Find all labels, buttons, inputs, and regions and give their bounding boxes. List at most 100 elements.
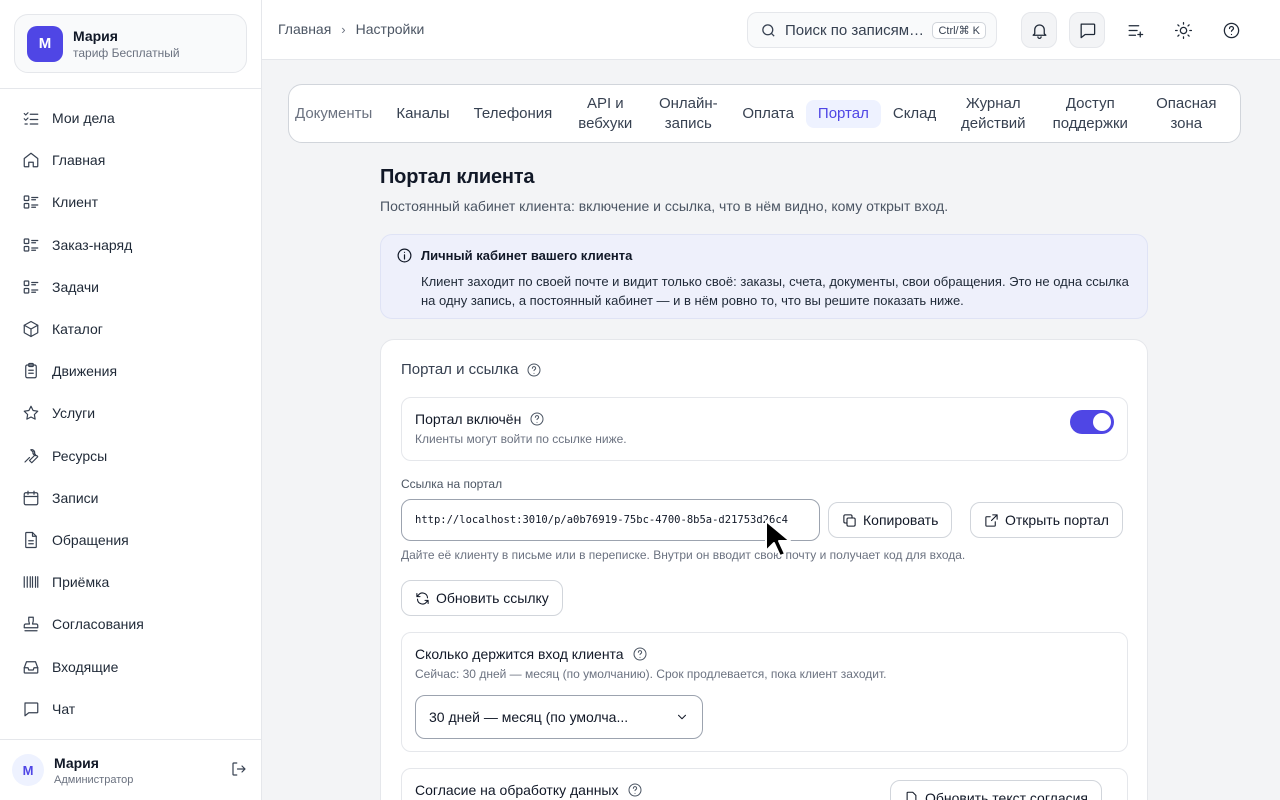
- list-icon: [23, 238, 39, 252]
- queue-button[interactable]: [1117, 12, 1153, 48]
- tab-payment[interactable]: Оплата: [730, 100, 806, 128]
- sidebar-item-resources[interactable]: Ресурсы: [14, 435, 247, 477]
- external-link-icon: [985, 513, 998, 527]
- info-banner: Личный кабинет вашего клиента Клиент зах…: [380, 234, 1148, 319]
- help-icon[interactable]: [526, 362, 542, 378]
- sidebar-nav: Мои дела Главная Клиент Заказ-наряд Зада…: [14, 97, 247, 730]
- open-portal-label: Открыть портал: [1005, 512, 1109, 528]
- info-body: Клиент заходит по своей почте и видит то…: [421, 274, 1129, 308]
- breadcrumb: Главная › Настройки: [278, 21, 424, 37]
- list-icon: [23, 280, 39, 294]
- portal-enabled-desc: Клиенты могут войти по ссылке ниже.: [415, 432, 627, 446]
- sidebar-item-catalog[interactable]: Каталог: [14, 308, 247, 350]
- tab-danger-zone[interactable]: Опасная зона: [1142, 90, 1230, 138]
- sidebar-item-label: Ресурсы: [52, 447, 108, 464]
- sidebar-item-label: Обращения: [52, 531, 129, 548]
- tab-warehouse[interactable]: Склад: [881, 100, 948, 128]
- breadcrumb-home[interactable]: Главная: [278, 21, 331, 37]
- portal-card: Портал и ссылка Портал включён Клиенты м…: [380, 339, 1148, 800]
- theme-toggle-button[interactable]: [1165, 12, 1201, 48]
- refresh-icon: [416, 591, 429, 605]
- search-shortcut: Ctrl/⌘ K: [932, 21, 986, 39]
- consent-title-text: Согласие на обработку данных: [415, 782, 619, 798]
- help-icon[interactable]: [529, 411, 545, 427]
- sidebar-item-label: Услуги: [52, 405, 96, 422]
- portal-link-field[interactable]: [401, 499, 820, 541]
- session-duration-select[interactable]: 30 дней — месяц (по умолча...: [415, 695, 703, 739]
- inbox-icon: [23, 660, 39, 674]
- topbar: Главная › Настройки Поиск по записям… Ct…: [262, 0, 1280, 60]
- sidebar-item-client[interactable]: Клиент: [14, 181, 247, 223]
- update-consent-button[interactable]: Обновить текст согласия: [890, 780, 1103, 800]
- sidebar-item-chat[interactable]: Чат: [14, 688, 247, 730]
- sidebar-item-my-tasks[interactable]: Мои дела: [14, 97, 247, 139]
- user-name: Мария: [54, 754, 99, 771]
- sidebar-item-label: Мои дела: [52, 110, 115, 127]
- sidebar-item-tasks[interactable]: Задачи: [14, 266, 247, 308]
- sun-icon: [1174, 21, 1192, 39]
- refresh-link-label: Обновить ссылку: [436, 590, 549, 606]
- search-icon: [762, 23, 775, 37]
- sidebar-item-label: Главная: [52, 152, 106, 169]
- chat-icon: [1080, 23, 1095, 38]
- refresh-link-button[interactable]: Обновить ссылку: [401, 580, 563, 616]
- account-avatar: М: [27, 25, 63, 62]
- sidebar-item-label: Приёмка: [52, 574, 110, 591]
- home-icon: [23, 152, 39, 168]
- logout-button[interactable]: [230, 760, 250, 780]
- card-heading: Портал и ссылка: [401, 361, 542, 378]
- tab-online-booking[interactable]: Онлайн-запись: [646, 90, 730, 138]
- tab-telephony[interactable]: Телефония: [462, 100, 565, 128]
- sidebar-item-services[interactable]: Услуги: [14, 392, 247, 434]
- page-title: Портал клиента: [380, 166, 535, 188]
- search-placeholder: Поиск по записям…: [785, 21, 925, 39]
- settings-tabs: Документы Каналы Телефония API и вебхуки…: [288, 84, 1241, 143]
- portal-link-hint: Дайте её клиенту в письме или в переписк…: [401, 548, 966, 562]
- sidebar-item-requests[interactable]: Обращения: [14, 519, 247, 561]
- sidebar-item-intake[interactable]: Приёмка: [14, 561, 247, 603]
- sidebar-item-approvals[interactable]: Согласования: [14, 603, 247, 645]
- portal-settings: Портал клиента Постоянный кабинет клиент…: [380, 166, 1148, 800]
- portal-enabled-toggle[interactable]: [1070, 410, 1114, 434]
- user-panel: М Мария Администратор: [0, 739, 262, 800]
- sidebar-item-movements[interactable]: Движения: [14, 350, 247, 392]
- help-icon[interactable]: [627, 782, 643, 798]
- logout-icon: [232, 762, 246, 776]
- help-button[interactable]: [1213, 12, 1249, 48]
- tab-portal[interactable]: Портал: [805, 99, 881, 128]
- copy-link-label: Копировать: [863, 512, 939, 528]
- sidebar-item-work-order[interactable]: Заказ-наряд: [14, 224, 247, 266]
- calendar-icon: [23, 490, 39, 506]
- session-title-text: Сколько держится вход клиента: [415, 646, 624, 662]
- sidebar-item-inbox[interactable]: Входящие: [14, 645, 247, 687]
- tab-audit-log[interactable]: Журнал действий: [948, 90, 1038, 138]
- list-icon: [23, 195, 39, 210]
- search-input[interactable]: Поиск по записям… Ctrl/⌘ K: [747, 12, 997, 48]
- session-desc: Сейчас: 30 дней — месяц (по умолчанию). …: [415, 667, 887, 681]
- tab-documents[interactable]: Документы: [295, 100, 384, 128]
- open-portal-button[interactable]: Открыть портал: [970, 502, 1123, 538]
- list-plus-icon: [1128, 24, 1143, 37]
- sidebar-item-appointments[interactable]: Записи: [14, 477, 247, 519]
- account-switcher[interactable]: М Мария тариф Бесплатный: [14, 14, 247, 73]
- sidebar-item-label: Движения: [52, 363, 118, 380]
- tab-api-webhooks[interactable]: API и вебхуки: [564, 90, 646, 138]
- messages-button[interactable]: [1069, 12, 1105, 48]
- info-icon: [396, 247, 413, 264]
- sidebar: М Мария тариф Бесплатный Мои дела Главна…: [0, 0, 262, 800]
- sidebar-item-home[interactable]: Главная: [14, 139, 247, 181]
- consent-row: Согласие на обработку данных Обновить те…: [401, 768, 1128, 800]
- tab-channels[interactable]: Каналы: [384, 100, 461, 128]
- box-icon: [23, 320, 39, 338]
- session-selected-value: 30 дней — месяц (по умолча...: [429, 709, 629, 725]
- document-icon: [25, 531, 37, 549]
- toggle-knob: [1093, 413, 1111, 431]
- chat-icon: [24, 702, 39, 717]
- help-icon[interactable]: [632, 646, 648, 662]
- tab-support-access[interactable]: Доступ поддержки: [1038, 90, 1142, 138]
- account-plan: тариф Бесплатный: [73, 45, 180, 60]
- avatar[interactable]: М: [12, 754, 44, 786]
- sidebar-divider: [0, 88, 262, 89]
- copy-link-button[interactable]: Копировать: [828, 502, 953, 538]
- notifications-button[interactable]: [1021, 12, 1057, 48]
